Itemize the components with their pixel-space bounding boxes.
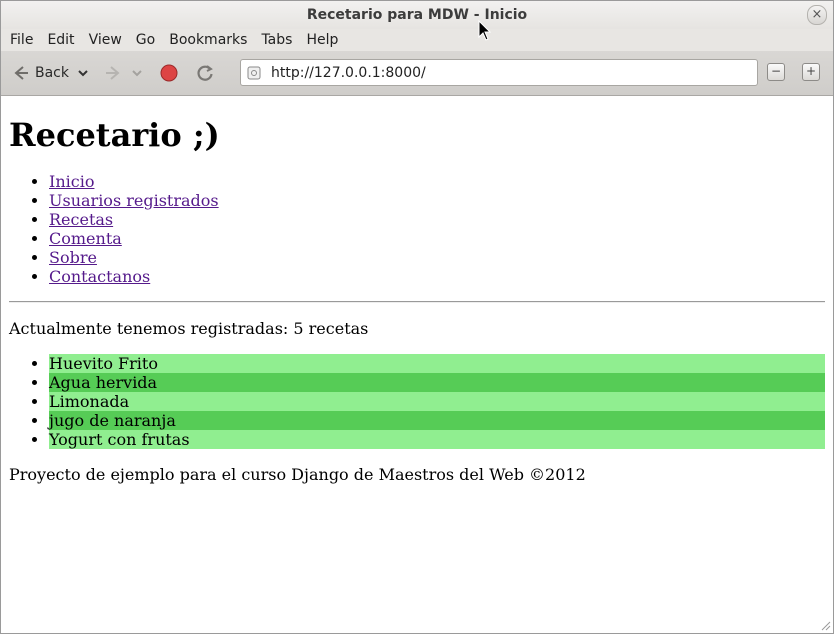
nav-link-sobre[interactable]: Sobre — [49, 248, 97, 267]
menu-bookmarks[interactable]: Bookmarks — [162, 32, 254, 48]
address-bar[interactable] — [240, 59, 758, 86]
page-icon — [247, 66, 261, 79]
menu-file[interactable]: File — [3, 32, 40, 48]
nav-link-usuarios[interactable]: Usuarios registrados — [49, 191, 219, 210]
recipe-item: Huevito Frito — [49, 354, 825, 373]
recipe-item: Yogurt con frutas — [49, 430, 825, 449]
menu-edit[interactable]: Edit — [40, 32, 81, 48]
window-title: Recetario para MDW - Inicio — [306, 7, 528, 23]
nav-item: Inicio — [49, 172, 825, 191]
forward-button[interactable] — [101, 63, 123, 83]
menu-tabs[interactable]: Tabs — [254, 32, 299, 48]
title-bar: Recetario para MDW - Inicio × — [1, 1, 833, 29]
reload-button[interactable] — [195, 63, 215, 83]
back-button[interactable]: Back — [11, 63, 69, 83]
chevron-down-icon — [132, 70, 142, 77]
back-button-label: Back — [35, 65, 69, 81]
resize-grip-icon[interactable] — [819, 619, 831, 631]
nav-link-recetas[interactable]: Recetas — [49, 210, 113, 229]
recipe-list: Huevito Frito Agua hervida Limonada jugo… — [9, 354, 825, 449]
menu-help[interactable]: Help — [299, 32, 345, 48]
zoom-out-button[interactable]: − — [767, 63, 785, 81]
forward-history-dropdown[interactable] — [131, 67, 143, 79]
navigation-toolbar: Back http://127.0.0.1:8000/ − + — [1, 51, 833, 96]
recipe-item: Limonada — [49, 392, 825, 411]
url-input[interactable] — [271, 64, 741, 81]
chevron-down-icon — [78, 70, 88, 77]
nav-item: Contactanos — [49, 267, 825, 286]
nav-item: Recetas — [49, 210, 825, 229]
reload-icon — [197, 65, 213, 81]
nav-item: Usuarios registrados — [49, 191, 825, 210]
recipe-count-text: Actualmente tenemos registradas: 5 recet… — [9, 319, 369, 338]
page-title: Recetario ;) — [9, 116, 220, 154]
recipe-item: Agua hervida — [49, 373, 825, 392]
page-footer: Proyecto de ejemplo para el curso Django… — [9, 465, 586, 484]
forward-arrow-icon — [106, 66, 120, 80]
nav-link-contactanos[interactable]: Contactanos — [49, 267, 150, 286]
site-navigation: Inicio Usuarios registrados Recetas Come… — [9, 172, 825, 286]
back-history-dropdown[interactable] — [77, 67, 89, 79]
divider — [9, 301, 825, 303]
stop-button[interactable] — [159, 63, 179, 83]
menu-bar: File Edit View Go Bookmarks Tabs Help — [1, 29, 833, 51]
nav-link-comenta[interactable]: Comenta — [49, 229, 122, 248]
menu-view[interactable]: View — [82, 32, 129, 48]
zoom-in-button[interactable]: + — [802, 63, 820, 81]
nav-link-inicio[interactable]: Inicio — [49, 172, 94, 191]
mouse-cursor-icon — [478, 20, 492, 41]
nav-item: Comenta — [49, 229, 825, 248]
menu-go[interactable]: Go — [129, 32, 162, 48]
close-window-button[interactable]: × — [807, 5, 827, 25]
stop-icon — [160, 64, 178, 82]
recipe-item: jugo de naranja — [49, 411, 825, 430]
browser-window: Recetario para MDW - Inicio × File Edit … — [0, 0, 834, 634]
page-content: Recetario ;) Inicio Usuarios registrados… — [1, 115, 833, 484]
back-arrow-icon — [14, 66, 28, 80]
nav-item: Sobre — [49, 248, 825, 267]
